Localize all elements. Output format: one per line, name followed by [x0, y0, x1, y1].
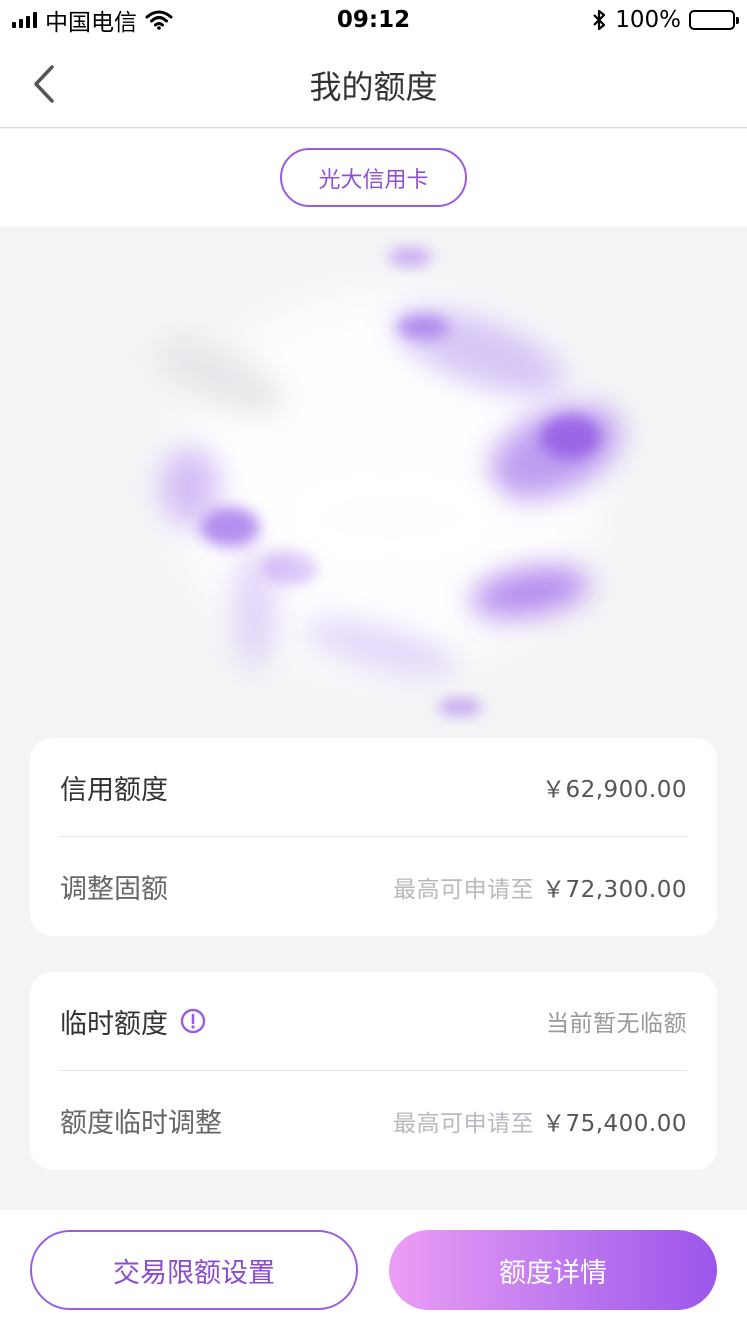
carrier-label: 中国电信 — [45, 10, 137, 36]
card-selector-button[interactable]: 光大信用卡 — [280, 148, 467, 207]
nav-bar: 我的额度 — [0, 40, 747, 128]
status-left: 中国电信 — [12, 3, 173, 37]
page-title: 我的额度 — [309, 68, 438, 106]
info-icon[interactable] — [180, 1008, 206, 1034]
hero-illustration — [155, 247, 621, 716]
fixed-adjust-hint: 最高可申请至 — [393, 876, 535, 903]
credit-limit-value: ￥62,900.00 — [541, 777, 687, 803]
fixed-adjust-row[interactable]: 调整固额 最高可申请至 ￥72,300.00 — [60, 837, 687, 936]
fixed-adjust-label: 调整固额 — [60, 874, 168, 905]
signal-icon — [12, 12, 37, 28]
credit-limit-row: 信用额度 ￥62,900.00 — [60, 738, 687, 837]
page: 中国电信 09:12 100% 我的额度 光大信用卡 信用额度 ￥62,900.… — [0, 0, 747, 1330]
status-bar: 中国电信 09:12 100% — [0, 0, 747, 40]
wifi-icon — [145, 10, 173, 30]
battery-icon — [689, 10, 739, 30]
temp-limit-label-group: 临时额度 — [60, 1002, 206, 1041]
temp-limit-row: 临时额度 当前暂无临额 — [60, 972, 687, 1071]
temp-adjust-hint: 最高可申请至 — [393, 1110, 535, 1137]
temp-adjust-label: 额度临时调整 — [60, 1108, 222, 1139]
temp-adjust-row[interactable]: 额度临时调整 最高可申请至 ￥75,400.00 — [60, 1071, 687, 1170]
temp-adjust-value-group: 最高可申请至 ￥75,400.00 — [393, 1104, 687, 1138]
card-selector-area: 光大信用卡 — [0, 129, 747, 227]
credit-limit-card: 信用额度 ￥62,900.00 调整固额 最高可申请至 ￥72,300.00 — [30, 738, 717, 936]
bluetooth-icon — [593, 9, 606, 31]
limit-settings-button[interactable]: 交易限额设置 — [30, 1230, 358, 1310]
temp-limit-label: 临时额度 — [60, 1008, 168, 1040]
temp-limit-value: 当前暂无临额 — [546, 1011, 687, 1037]
temp-limit-card: 临时额度 当前暂无临额 额度临时调整 最高可申请至 ￥75,400.00 — [30, 972, 717, 1170]
battery-percent: 100% — [615, 7, 681, 33]
status-right: 100% — [591, 7, 739, 33]
bottom-action-bar: 交易限额设置 额度详情 — [0, 1210, 747, 1330]
temp-adjust-value: ￥75,400.00 — [541, 1110, 687, 1137]
fixed-adjust-value: ￥72,300.00 — [541, 876, 687, 903]
fixed-adjust-value-group: 最高可申请至 ￥72,300.00 — [393, 870, 687, 904]
limit-details-button[interactable]: 额度详情 — [389, 1230, 717, 1310]
credit-limit-label: 信用额度 — [60, 774, 168, 806]
